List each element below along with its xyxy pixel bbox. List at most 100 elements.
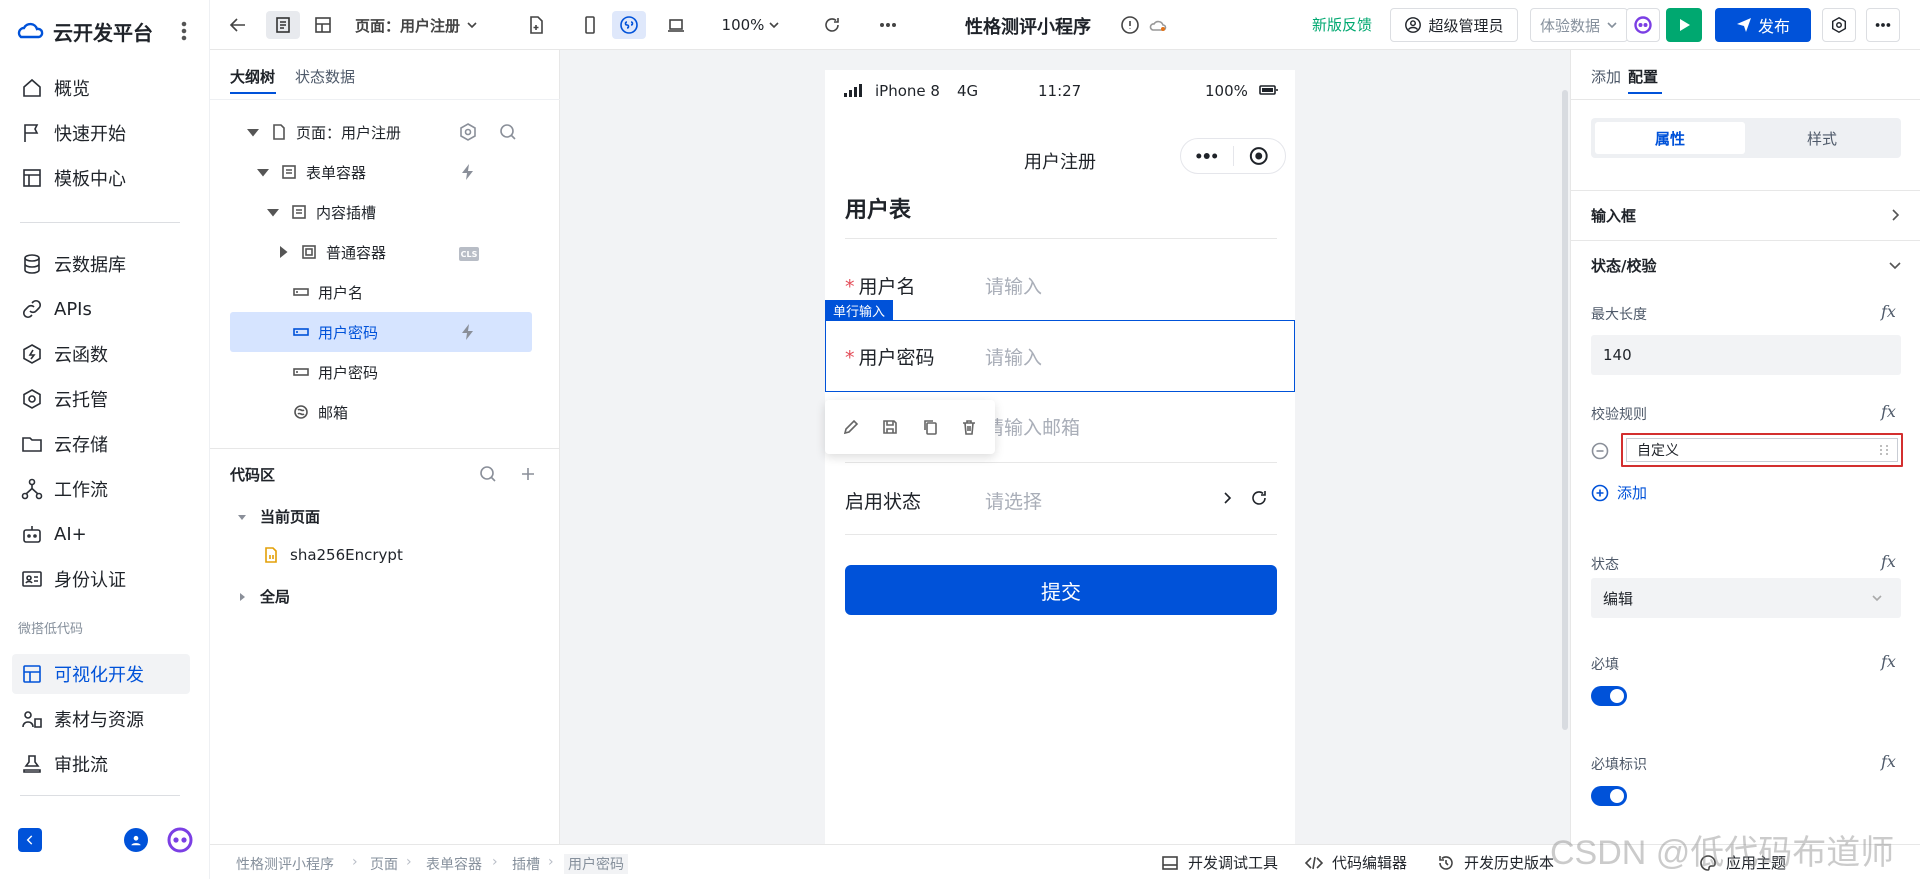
more-menu-button[interactable] [1866, 8, 1900, 42]
delete-icon[interactable] [959, 417, 979, 437]
nav-item-hosting[interactable]: 云托管 [12, 379, 190, 419]
nav-item-workflow[interactable]: 工作流 [12, 469, 190, 509]
breadcrumb-item[interactable]: 性格测评小程序 [236, 854, 334, 874]
code-editor-button[interactable]: 代码编辑器 [1304, 852, 1407, 873]
miniprogram-capsule[interactable] [1180, 138, 1286, 174]
refresh-icon[interactable] [1249, 488, 1269, 508]
nav-item-approval[interactable]: 审批流 [12, 744, 190, 784]
remove-rule-icon[interactable] [1591, 442, 1609, 460]
plus-icon[interactable] [518, 464, 538, 484]
state-select[interactable]: 编辑 [1591, 578, 1901, 618]
tree-node-password-selected[interactable]: 用户密码 [230, 312, 532, 352]
nav-item-ai[interactable]: AI+ [12, 514, 190, 554]
segment-properties[interactable]: 属性 [1595, 122, 1745, 154]
new-page-button[interactable] [522, 11, 550, 39]
nav-item-visual-dev[interactable]: 可视化开发 [12, 654, 190, 694]
admin-button[interactable]: 超级管理员 [1390, 8, 1518, 42]
tree-node-content-slot[interactable]: 内容插槽 [230, 192, 532, 232]
tab-state-data[interactable]: 状态数据 [295, 66, 355, 87]
outline-view-button[interactable] [266, 11, 300, 39]
breadcrumb-item[interactable]: 页面 [370, 854, 398, 874]
info-button[interactable] [1118, 11, 1142, 39]
device-desktop-button[interactable] [662, 11, 690, 39]
cloud-sync-status[interactable] [1146, 11, 1170, 39]
run-button[interactable] [1666, 8, 1702, 42]
breadcrumb-item[interactable]: 插槽 [512, 854, 540, 874]
nav-item-apis[interactable]: APIs [12, 289, 190, 329]
collapse-icon[interactable] [18, 828, 42, 852]
field-username-input[interactable]: 请输入 [985, 272, 1042, 299]
section-validation[interactable]: 状态/校验 [1591, 255, 1656, 276]
drag-handle-icon[interactable] [1877, 443, 1891, 457]
edit-icon[interactable] [841, 417, 861, 437]
tab-add[interactable]: 添加 [1591, 66, 1621, 87]
event-bolt-icon[interactable] [458, 322, 478, 342]
chevron-right-icon[interactable] [1887, 207, 1903, 223]
code-global[interactable]: 全局 [236, 586, 290, 607]
chevron-right-icon[interactable] [1219, 490, 1235, 506]
max-length-input[interactable]: 140 [1591, 335, 1901, 375]
add-rule-button[interactable]: 添加 [1591, 482, 1647, 503]
copy-icon[interactable] [920, 417, 940, 437]
field-status-select[interactable]: 请选择 [985, 487, 1042, 514]
layout-view-button[interactable] [306, 11, 340, 39]
search-icon[interactable] [478, 464, 498, 484]
device-mobile-button[interactable] [576, 11, 604, 39]
required-toggle[interactable] [1591, 686, 1627, 706]
fx-binding-icon[interactable]: fx [1881, 552, 1896, 571]
page-settings-icon[interactable] [458, 122, 478, 142]
field-email-input[interactable]: 请输入邮箱 [985, 413, 1080, 440]
tree-node-username[interactable]: 用户名 [230, 272, 532, 312]
nav-item-templates[interactable]: 模板中心 [12, 158, 190, 198]
chevron-down-icon[interactable] [1887, 257, 1903, 273]
section-input-box[interactable]: 输入框 [1591, 205, 1636, 226]
fx-binding-icon[interactable]: fx [1881, 302, 1896, 321]
code-file-item[interactable]: sha256Encrypt [262, 546, 403, 564]
validation-rule-select[interactable]: 自定义 [1626, 438, 1898, 462]
zoom-selector[interactable]: 100% [716, 11, 786, 39]
fx-binding-icon[interactable]: fx [1881, 652, 1896, 671]
tree-node-container[interactable]: 普通容器 [230, 232, 532, 272]
publish-button[interactable]: 发布 [1715, 8, 1811, 42]
debug-tools-button[interactable]: 开发调试工具 [1160, 852, 1278, 873]
segment-styles[interactable]: 样式 [1747, 122, 1897, 154]
search-icon[interactable] [498, 122, 518, 142]
nav-item-auth[interactable]: 身份认证 [12, 559, 190, 599]
tree-node-password[interactable]: 用户密码 [230, 352, 532, 392]
settings-button[interactable] [1822, 8, 1856, 42]
tree-node-email[interactable]: 邮箱 [230, 392, 532, 432]
canvas-scrollbar[interactable] [1562, 90, 1568, 730]
nav-item-storage[interactable]: 云存储 [12, 424, 190, 464]
submit-button[interactable]: 提交 [845, 565, 1277, 615]
nav-item-functions[interactable]: 云函数 [12, 334, 190, 374]
close-target-icon[interactable] [1233, 145, 1285, 167]
save-icon[interactable] [880, 417, 900, 437]
history-button[interactable]: 开发历史版本 [1436, 852, 1554, 873]
code-current-page[interactable]: 当前页面 [236, 506, 320, 527]
nav-item-quickstart[interactable]: 快速开始 [12, 113, 190, 153]
tab-config[interactable]: 配置 [1628, 66, 1658, 87]
more-dots-icon[interactable] [1181, 146, 1233, 166]
refresh-button[interactable] [818, 11, 846, 39]
field-password-input[interactable]: 请输入 [985, 343, 1042, 370]
nav-item-overview[interactable]: 概览 [12, 68, 190, 108]
tree-node-page[interactable]: 页面：用户注册 [230, 112, 532, 152]
more-vertical-icon[interactable] [176, 20, 192, 42]
ai-button[interactable] [1626, 8, 1660, 42]
fx-binding-icon[interactable]: fx [1881, 402, 1896, 421]
device-miniprogram-button[interactable] [612, 11, 646, 39]
tree-node-form-container[interactable]: 表单容器 [230, 152, 532, 192]
nav-item-assets[interactable]: 素材与资源 [12, 699, 190, 739]
ai-assistant-icon[interactable] [166, 826, 194, 854]
breadcrumb-item[interactable]: 表单容器 [426, 854, 482, 874]
back-button[interactable] [224, 11, 252, 39]
user-avatar-icon[interactable] [124, 828, 148, 852]
feedback-link[interactable]: 新版反馈 [1312, 14, 1372, 35]
required-mark-toggle[interactable] [1591, 786, 1627, 806]
tab-outline-tree[interactable]: 大纲树 [230, 66, 275, 87]
data-env-select[interactable]: 体验数据 [1530, 8, 1628, 42]
nav-item-database[interactable]: 云数据库 [12, 244, 190, 284]
fx-binding-icon[interactable]: fx [1881, 752, 1896, 771]
breadcrumb-current[interactable]: 用户密码 [564, 854, 628, 874]
event-bolt-icon[interactable] [458, 162, 478, 182]
